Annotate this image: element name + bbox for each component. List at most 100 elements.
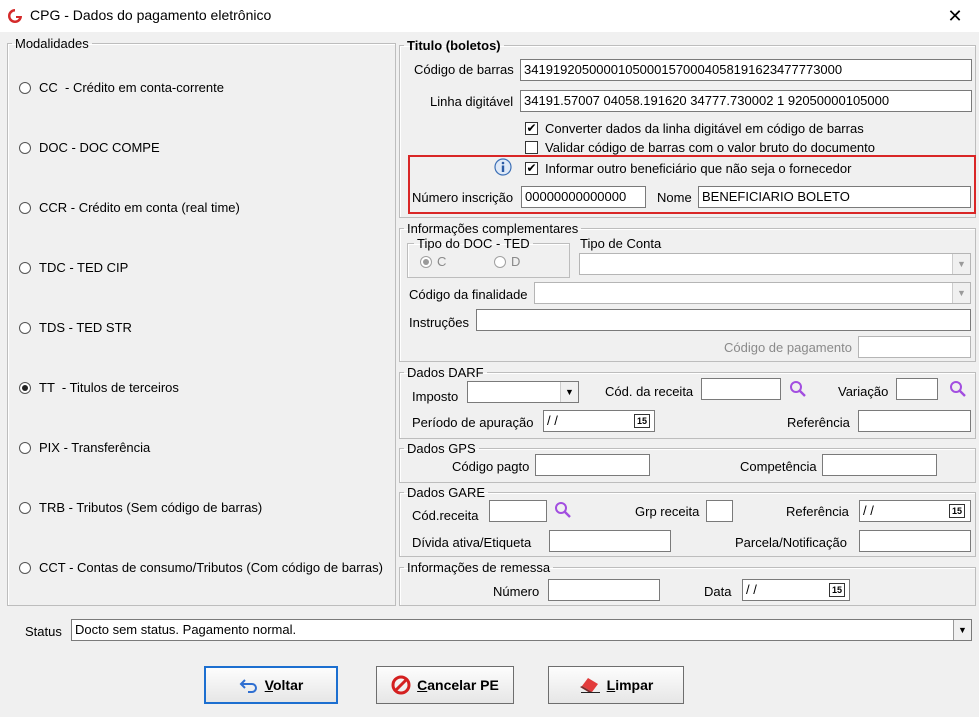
data-label: Data <box>704 584 732 599</box>
instrucoes-input[interactable] <box>476 309 971 331</box>
codigo-pagamento-input[interactable] <box>858 336 971 358</box>
modalidade-label[interactable]: CCR - Crédito em conta (real time) <box>39 200 240 215</box>
codigo-pagto-label: Código pagto <box>452 459 530 474</box>
modalidade-label[interactable]: PIX - Transferência <box>39 440 150 455</box>
darf-cod-receita-input[interactable] <box>701 378 781 400</box>
informar-checkbox[interactable]: ✔ <box>525 162 538 175</box>
tipo-doc-c-label: C <box>437 254 447 269</box>
modalidade-label[interactable]: TRB - Tributos (Sem código de barras) <box>39 500 262 515</box>
nome-label: Nome <box>657 190 692 205</box>
window-title: CPG - Dados do pagamento eletrônico <box>30 7 272 23</box>
status-select[interactable]: Docto sem status. Pagamento normal. ▼ <box>71 619 972 641</box>
codigo-pagamento-label: Código de pagamento <box>724 340 852 355</box>
modalidade-radio[interactable] <box>19 82 31 94</box>
codigo-finalidade-select[interactable]: ▼ <box>534 282 971 304</box>
undo-arrow-icon <box>239 677 259 693</box>
codigo-barras-input[interactable]: 3419192050000105000157000405819162347777… <box>520 59 972 81</box>
modalidade-radio[interactable] <box>19 502 31 514</box>
variacao-input[interactable] <box>896 378 938 400</box>
modalidade-label[interactable]: CC - Crédito em conta-corrente <box>39 80 224 95</box>
chevron-down-icon[interactable]: ▼ <box>560 382 578 402</box>
modalidade-radio[interactable] <box>19 262 31 274</box>
cancel-icon <box>391 675 411 695</box>
parcela-label: Parcela/Notificação <box>735 535 847 550</box>
modalidade-radio[interactable] <box>19 202 31 214</box>
nome-input[interactable]: BENEFICIARIO BOLETO <box>698 186 971 208</box>
title-bar: CPG - Dados do pagamento eletrônico ✕ <box>0 0 979 32</box>
codigo-barras-label: Código de barras <box>414 62 514 77</box>
gare-legend: Dados GARE <box>407 485 486 500</box>
modalidade-radio[interactable] <box>19 382 31 394</box>
limpar-label: Limpar <box>606 677 654 693</box>
tipo-doc-legend: Tipo do DOC - TED <box>417 236 530 251</box>
app-logo-icon <box>8 9 22 23</box>
imposto-label: Imposto <box>412 389 459 404</box>
gare-referencia-label: Referência <box>786 504 849 519</box>
imposto-select[interactable]: ▼ <box>467 381 579 403</box>
tipo-doc-d-radio[interactable] <box>494 256 506 268</box>
remessa-group: Informações de remessa <box>399 560 976 606</box>
converter-label: Converter dados da linha digitável em có… <box>545 121 864 136</box>
gare-cod-receita-label: Cód.receita <box>412 508 479 523</box>
linha-digitavel-label: Linha digitável <box>430 94 514 109</box>
modalidade-label[interactable]: TDC - TED CIP <box>39 260 128 275</box>
complementares-legend: Informações complementares <box>407 221 579 236</box>
calendar-icon[interactable]: 15 <box>949 504 965 518</box>
chevron-down-icon[interactable]: ▼ <box>952 254 970 274</box>
parcela-input[interactable] <box>859 530 971 552</box>
divida-label: Dívida ativa/Etiqueta <box>412 535 532 550</box>
darf-referencia-label: Referência <box>787 415 850 430</box>
search-icon[interactable] <box>949 380 967 398</box>
eraser-icon <box>579 677 601 693</box>
grp-receita-label: Grp receita <box>635 504 700 519</box>
search-icon[interactable] <box>554 501 572 519</box>
divida-input[interactable] <box>549 530 671 552</box>
voltar-button[interactable]: Voltar <box>204 666 338 704</box>
numero-label: Número <box>493 584 540 599</box>
modalidade-label[interactable]: TT - Titulos de terceiros <box>39 380 179 395</box>
tipo-doc-d-label: D <box>511 254 521 269</box>
darf-referencia-input[interactable] <box>858 410 971 432</box>
info-icon[interactable] <box>494 158 512 176</box>
codigo-pagto-input[interactable] <box>535 454 650 476</box>
linha-digitavel-input[interactable]: 34191.57007 04058.191620 34777.730002 1 … <box>520 90 972 112</box>
darf-legend: Dados DARF <box>407 365 484 380</box>
status-label: Status <box>25 624 62 639</box>
remessa-legend: Informações de remessa <box>407 560 551 575</box>
chevron-down-icon[interactable]: ▼ <box>952 283 970 303</box>
chevron-down-icon[interactable]: ▼ <box>953 620 971 640</box>
tipo-conta-select[interactable]: ▼ <box>579 253 971 275</box>
calendar-icon[interactable]: 15 <box>829 583 845 597</box>
validar-checkbox[interactable] <box>525 141 538 154</box>
modalidade-label[interactable]: CCT - Contas de consumo/Tributos (Com có… <box>39 560 383 575</box>
modalidade-radio[interactable] <box>19 442 31 454</box>
gps-legend: Dados GPS <box>407 441 476 456</box>
modalidade-radio[interactable] <box>19 562 31 574</box>
search-icon[interactable] <box>789 380 807 398</box>
modalidades-legend: Modalidades <box>15 36 89 51</box>
modalidade-label[interactable]: TDS - TED STR <box>39 320 132 335</box>
cancelar-pe-button[interactable]: Cancelar PE <box>376 666 514 704</box>
variacao-label: Variação <box>838 384 889 399</box>
grp-receita-input[interactable] <box>706 500 733 522</box>
limpar-button[interactable]: Limpar <box>548 666 684 704</box>
numero-input[interactable] <box>548 579 660 601</box>
close-button[interactable]: ✕ <box>940 4 970 28</box>
calendar-icon[interactable]: 15 <box>634 414 650 428</box>
modalidade-radio[interactable] <box>19 322 31 334</box>
modalidade-label[interactable]: DOC - DOC COMPE <box>39 140 160 155</box>
gare-cod-receita-input[interactable] <box>489 500 547 522</box>
competencia-input[interactable] <box>822 454 937 476</box>
modalidade-radio[interactable] <box>19 142 31 154</box>
titulo-legend: Titulo (boletos) <box>407 38 501 53</box>
validar-label: Validar código de barras com o valor bru… <box>545 140 876 155</box>
converter-checkbox[interactable]: ✔ <box>525 122 538 135</box>
competencia-label: Competência <box>740 459 817 474</box>
status-value: Docto sem status. Pagamento normal. <box>75 622 297 637</box>
instrucoes-label: Instruções <box>409 315 469 330</box>
darf-cod-receita-label: Cód. da receita <box>605 384 694 399</box>
numero-inscricao-input[interactable]: 00000000000000 <box>521 186 646 208</box>
numero-inscricao-label: Número inscrição <box>412 190 514 205</box>
tipo-doc-c-radio[interactable] <box>420 256 432 268</box>
tipo-conta-label: Tipo de Conta <box>580 236 662 251</box>
